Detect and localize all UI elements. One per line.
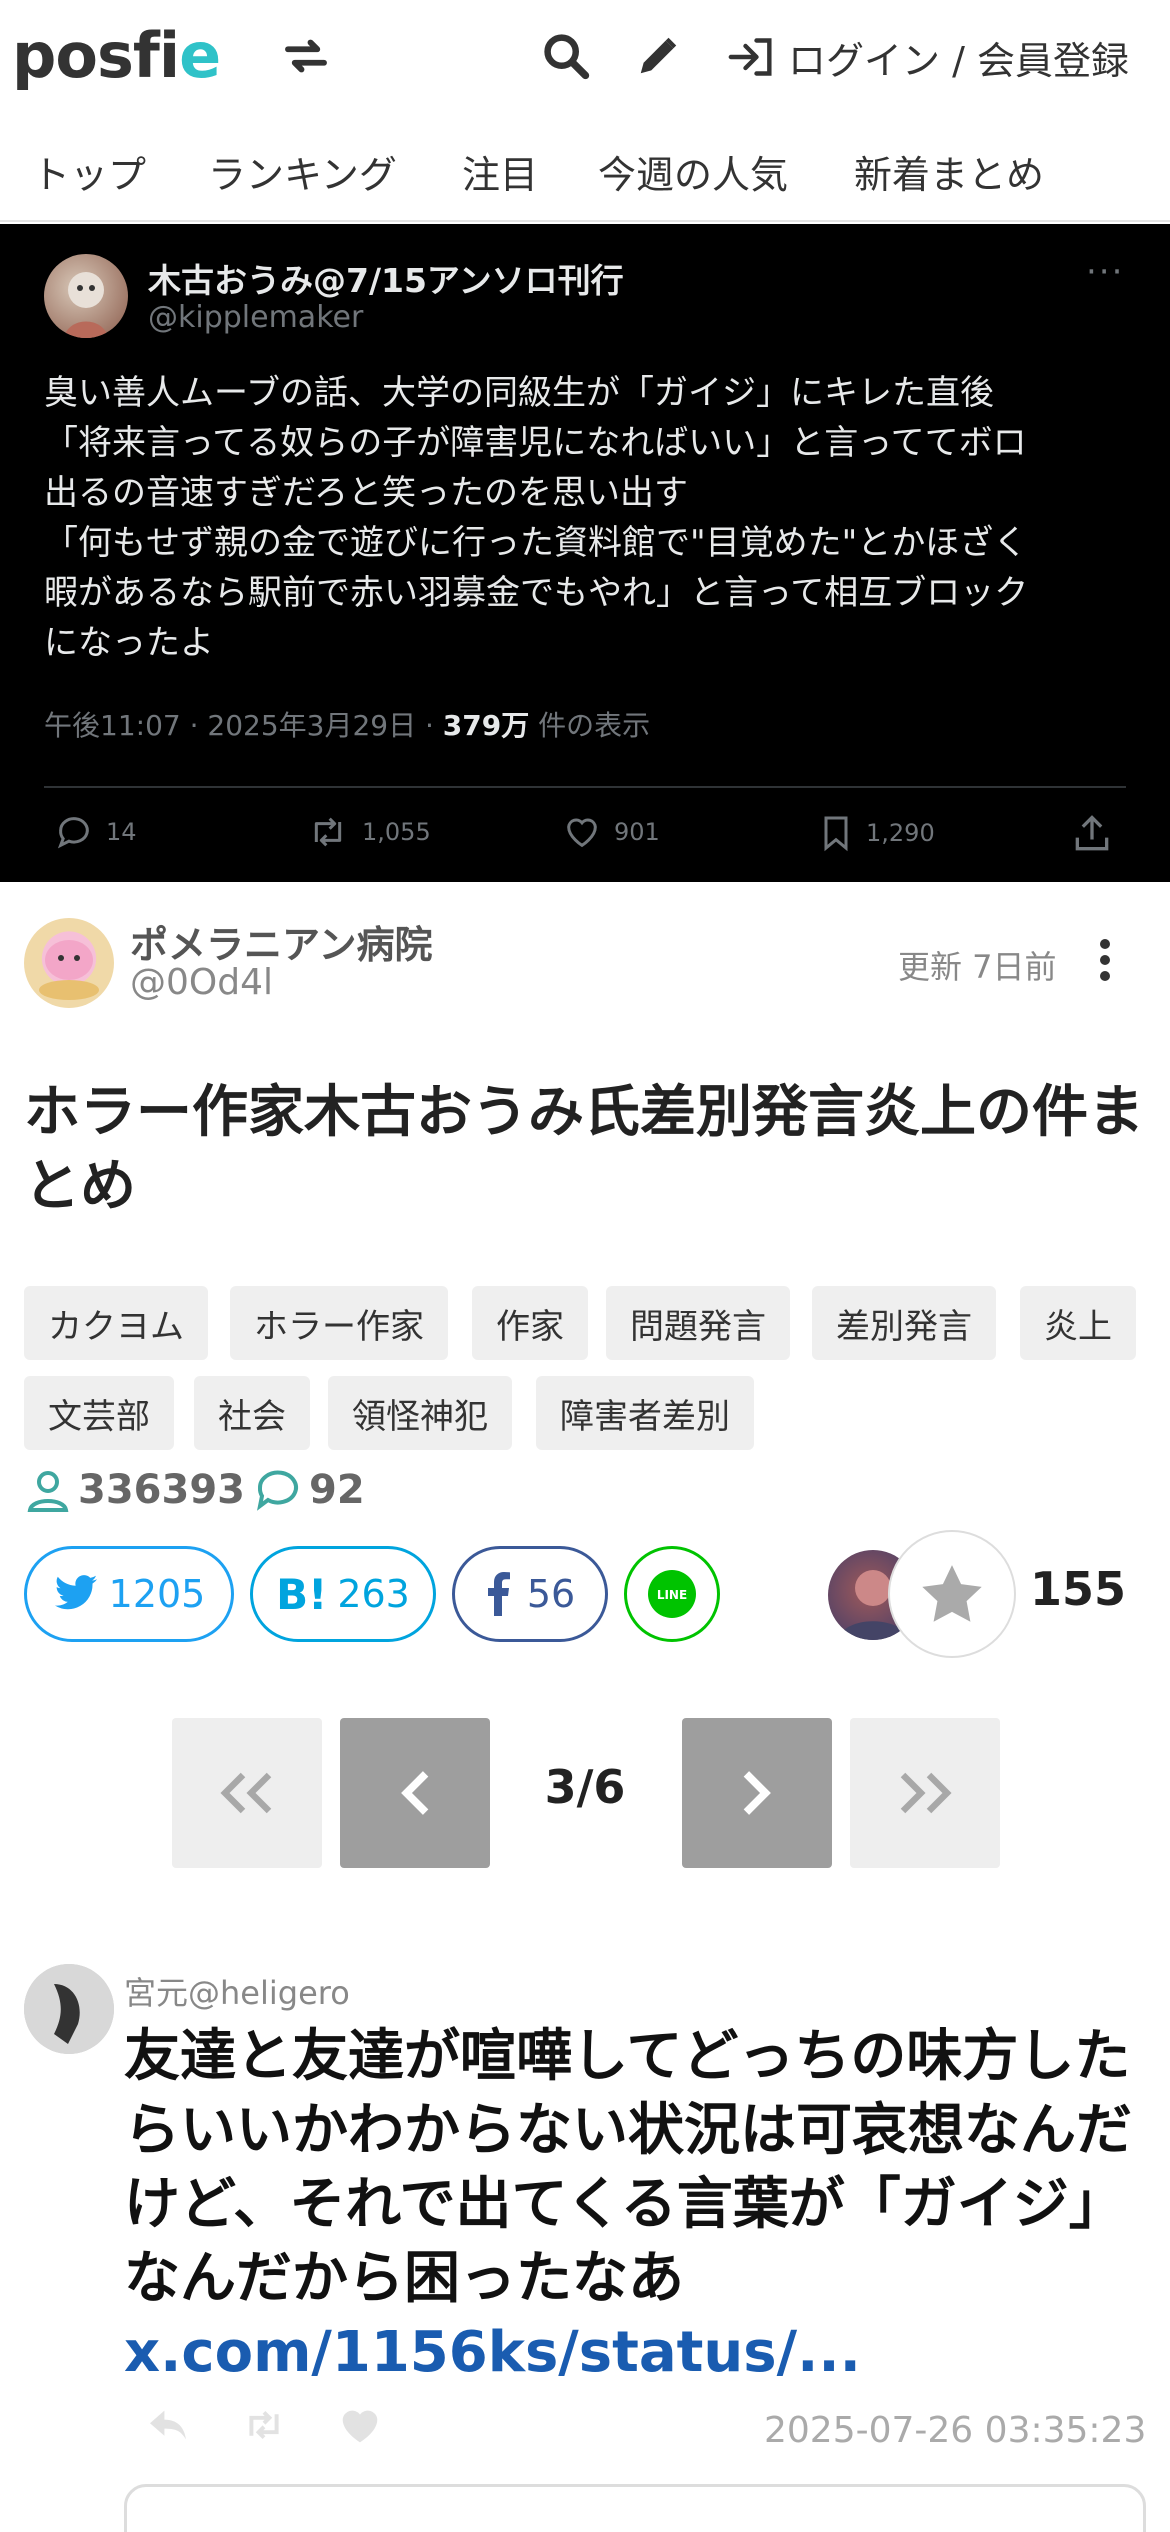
tweet-views-suffix: 件の表示 xyxy=(529,709,651,742)
refresh-icon[interactable] xyxy=(274,24,338,88)
tag-disability-discrimination[interactable]: 障害者差別 xyxy=(536,1376,754,1450)
tweet-bookmarks: 1,290 xyxy=(816,812,935,854)
hatena-bookmark-count: 263 xyxy=(337,1572,410,1616)
main-nav: トップ ランキング 注目 今週の人気 新着まとめ xyxy=(0,126,1170,222)
tag-horror-writer[interactable]: ホラー作家 xyxy=(230,1286,448,1360)
logo-main: posfi xyxy=(12,19,180,92)
comment-count: 92 xyxy=(309,1467,365,1513)
line-share-button[interactable]: LINE xyxy=(624,1546,720,1642)
heart-icon xyxy=(567,818,597,848)
tweet-likes: 901 xyxy=(560,812,660,852)
favorite-count: 155 xyxy=(1030,1562,1127,1616)
tweet-likes-count: 901 xyxy=(614,818,660,846)
tag-problem-remark[interactable]: 問題発言 xyxy=(606,1286,790,1360)
nav-item-featured[interactable]: 注目 xyxy=(462,144,538,199)
last-page-button[interactable] xyxy=(850,1718,1000,1868)
twitter-share-button[interactable]: 1205 xyxy=(24,1546,234,1642)
first-page-button[interactable] xyxy=(172,1718,322,1868)
double-chevron-right-icon xyxy=(900,1772,952,1814)
page-indicator: 3/6 xyxy=(544,1760,626,1814)
nav-item-ranking[interactable]: ランキング xyxy=(208,144,397,199)
twitter-share-count: 1205 xyxy=(108,1572,206,1616)
tweet-timestamp: 午後11:07 · 2025年3月29日 · xyxy=(44,709,443,742)
chevron-left-icon xyxy=(401,1771,429,1815)
favorite-button[interactable] xyxy=(888,1530,1016,1658)
login-icon xyxy=(728,38,772,76)
page-stats: 336393 92 xyxy=(24,1466,365,1514)
kebab-menu-icon[interactable] xyxy=(1090,936,1120,984)
tweet-body: 臭い善人ムーブの話、大学の同級生が「ガイジ」にキレた直後 「将来言ってる奴らの子… xyxy=(44,373,1029,663)
hatena-bookmark-button[interactable]: B! 263 xyxy=(250,1546,436,1642)
retweet-icon[interactable] xyxy=(242,2407,286,2443)
site-logo[interactable]: posfie xyxy=(12,18,221,94)
retweet-icon xyxy=(314,817,342,847)
svg-text:LINE: LINE xyxy=(657,1588,687,1602)
tag-kakuyomu[interactable]: カクヨム xyxy=(24,1286,208,1360)
tweet-bookmarks-count: 1,290 xyxy=(866,819,935,847)
post-actions xyxy=(146,2406,382,2444)
pencil-icon[interactable] xyxy=(626,24,690,88)
site-header: posfie ログイン / 会員登録 xyxy=(0,0,1170,112)
tweet-author-handle: @kipplemaker xyxy=(148,300,364,335)
tweet-screenshot: 木古おうみ@7/15アンソロ刊行 @kipplemaker ··· 臭い善人ムー… xyxy=(0,224,1170,882)
nav-item-weekly-popular[interactable]: 今週の人気 xyxy=(598,144,788,199)
post-date: 2025-07-26 03:35:23 xyxy=(764,2410,1147,2451)
comment-icon xyxy=(257,1470,298,1511)
tag-ryokai-shinpan[interactable]: 領怪神犯 xyxy=(328,1376,512,1450)
reply-icon xyxy=(57,817,89,849)
reply-icon[interactable] xyxy=(146,2407,190,2443)
tag-flaming[interactable]: 炎上 xyxy=(1020,1286,1136,1360)
tweet-replies-count: 14 xyxy=(106,818,137,846)
nav-item-top[interactable]: トップ xyxy=(32,144,146,199)
post-text: 友達と友達が喧嘩してどっちの味方したらいいかわからない状況は可哀想なんだけど、そ… xyxy=(124,2024,1132,2311)
tweet-retweets: 1,055 xyxy=(304,812,431,852)
more-icon: ··· xyxy=(1086,252,1125,292)
facebook-share-count: 56 xyxy=(526,1572,576,1616)
tweet-meta: 午後11:07 · 2025年3月29日 · 379万 件の表示 xyxy=(44,704,650,744)
nav-item-new[interactable]: 新着まとめ xyxy=(854,144,1044,199)
page-title: ホラー作家木古おうみ氏差別発言炎上の件まとめ xyxy=(24,1080,1144,1219)
next-page-button[interactable] xyxy=(682,1718,832,1868)
post-avatar[interactable] xyxy=(24,1964,114,2054)
tweet-avatar xyxy=(44,254,128,338)
tweet-views: 379万 xyxy=(442,709,530,742)
hatena-icon: B! xyxy=(276,1569,328,1619)
tweet-divider xyxy=(44,786,1126,788)
heart-icon[interactable] xyxy=(338,2406,382,2444)
user-icon xyxy=(27,1471,69,1512)
chevron-right-icon xyxy=(743,1771,771,1815)
tweet-retweets-count: 1,055 xyxy=(362,818,431,846)
login-label: ログイン / 会員登録 xyxy=(788,38,1129,83)
tweet-author-name: 木古おうみ@7/15アンソロ刊行 xyxy=(148,261,624,300)
author-avatar[interactable] xyxy=(24,918,114,1008)
post-username[interactable]: 宮元@heligero xyxy=(124,1968,350,2014)
embedded-card[interactable] xyxy=(124,2484,1146,2532)
line-icon: LINE xyxy=(648,1570,696,1618)
star-icon xyxy=(922,1565,982,1622)
double-chevron-left-icon xyxy=(220,1772,272,1814)
login-link[interactable]: ログイン / 会員登録 xyxy=(726,26,1129,88)
search-icon[interactable] xyxy=(534,24,598,88)
tweet-replies: 14 xyxy=(52,812,137,852)
tag-writer[interactable]: 作家 xyxy=(472,1286,588,1360)
updated-time: 更新 7日前 xyxy=(898,948,1057,986)
logo-accent: e xyxy=(179,19,221,92)
tag-literature-club[interactable]: 文芸部 xyxy=(24,1376,174,1450)
view-count: 336393 xyxy=(78,1467,245,1513)
prev-page-button[interactable] xyxy=(340,1718,490,1868)
tag-discriminatory-remark[interactable]: 差別発言 xyxy=(812,1286,996,1360)
post-link[interactable]: x.com/1156ks/status/... xyxy=(124,2320,861,2385)
bookmark-icon xyxy=(824,816,848,852)
facebook-icon xyxy=(487,1572,510,1616)
tag-society[interactable]: 社会 xyxy=(194,1376,310,1450)
share-icon xyxy=(1070,812,1124,856)
author-handle[interactable]: @0Od4l xyxy=(130,962,273,1003)
twitter-bird-icon xyxy=(54,1575,97,1610)
facebook-share-button[interactable]: 56 xyxy=(452,1546,608,1642)
author-name[interactable]: ポメラニアン病院 xyxy=(130,914,432,969)
